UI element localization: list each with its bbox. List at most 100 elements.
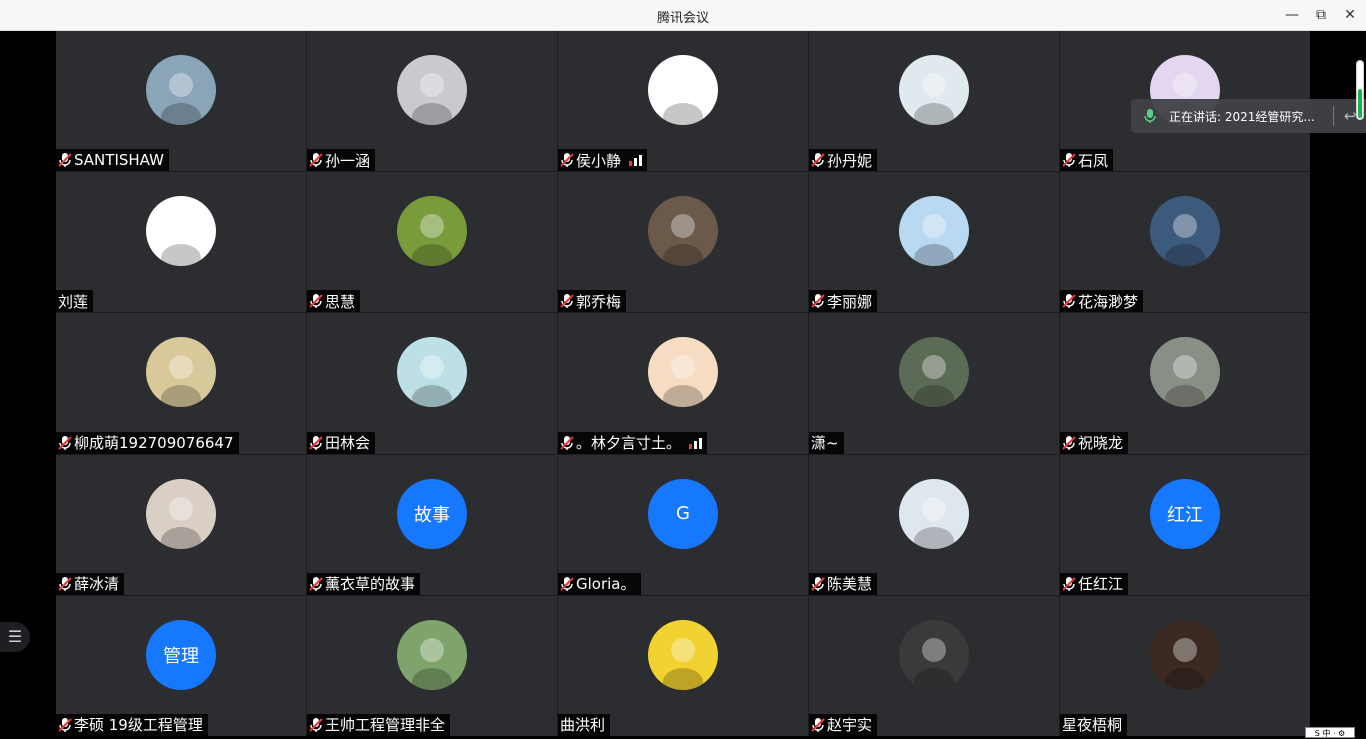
ime-indicator[interactable]: S 中 · ⚙ [1305,727,1355,738]
avatar [397,55,467,125]
participant-name-plate: 李硕 19级工程管理 [56,713,208,736]
participant-name: 刘莲 [58,292,89,311]
avatar: G [648,478,718,549]
participant-name-plate: 孙一涵 [307,149,376,172]
participant-name: 李丽娜 [827,292,873,311]
participant-name: 曲洪利 [560,716,606,735]
signal-strength-icon [689,437,703,449]
mic-muted-icon [309,294,323,309]
participant-tile[interactable]: 柳成萌192709076647 [56,313,306,454]
mic-muted-icon [1062,435,1076,450]
participant-tile[interactable]: 红江 任红江 [1060,454,1310,595]
mic-muted-icon [811,294,825,309]
participant-name-plate: 侯小静 [558,149,648,172]
minimize-button[interactable]: — [1282,6,1302,24]
participant-name: 潇~ [811,434,839,453]
participant-name: 石凤 [1078,151,1109,170]
participant-tile[interactable]: 陈美慧 [809,454,1059,595]
avatar [1150,196,1220,267]
avatar [899,619,969,690]
participant-tile[interactable]: 田林会 [307,313,557,454]
avatar [146,337,216,408]
avatar [397,196,467,267]
participant-tile[interactable]: 故事 薰衣草的故事 [307,454,557,595]
participant-name: 薛冰清 [74,575,120,594]
avatar [899,55,969,125]
participant-tile[interactable]: 孙一涵 [307,31,557,172]
participant-tile[interactable]: 王帅工程管理非全 [307,595,557,736]
participant-tile[interactable]: 侯小静 [558,31,808,172]
participant-name-plate: 田林会 [307,431,376,454]
avatar-initials: 管理 [163,645,199,667]
mic-muted-icon [58,435,72,450]
volume-level-fill [1358,89,1362,118]
close-button[interactable]: ✕ [1340,6,1360,24]
avatar [648,196,718,267]
avatar [899,337,969,408]
list-icon: ☰ [7,627,23,646]
participant-name-plate: 王帅工程管理非全 [307,713,451,736]
participant-tile[interactable]: G Gloria。 [558,454,808,595]
mic-muted-icon [58,153,72,168]
participant-grid: SANTISHAW 孙一涵 侯小静 孙丹妮 石凤 刘莲 思慧 郭乔梅 李丽娜 花… [56,31,1310,736]
participant-name: 田林会 [325,434,371,453]
participant-name: 侯小静 [576,151,622,170]
participant-tile[interactable]: 刘莲 [56,172,306,313]
participant-tile[interactable]: 星夜梧桐 [1060,595,1310,736]
avatar [146,196,216,267]
participant-name: Gloria。 [576,575,636,594]
mic-muted-icon [811,153,825,168]
avatar-initials: 故事 [414,504,450,526]
avatar [1150,619,1220,690]
avatar: 红江 [1150,478,1220,549]
restore-button[interactable]: ⧉ [1311,6,1331,24]
mic-muted-icon [309,717,323,732]
participant-name-plate: 花海渺梦 [1060,290,1144,313]
participant-name-plate: 郭乔梅 [558,290,627,313]
avatar [648,55,718,125]
collapse-arrow-icon[interactable]: ↩ [1344,107,1357,125]
avatar [899,196,969,267]
participant-tile[interactable]: 花海渺梦 [1060,172,1310,313]
participant-tile[interactable]: 孙丹妮 [809,31,1059,172]
participant-list-button[interactable]: ☰ [0,622,30,652]
avatar [146,478,216,549]
participant-tile[interactable]: 潇~ [809,313,1059,454]
participant-name-plate: 刘莲 [56,290,94,313]
avatar [1150,337,1220,408]
participant-name-plate: 陈美慧 [809,572,878,595]
participant-tile[interactable]: 管理 李硕 19级工程管理 [56,595,306,736]
participant-name-plate: 祝晓龙 [1060,431,1129,454]
participant-name-plate: 任红江 [1060,572,1129,595]
participant-tile[interactable]: 薛冰清 [56,454,306,595]
participant-tile[interactable]: 郭乔梅 [558,172,808,313]
mic-muted-icon [560,435,574,450]
participant-tile[interactable]: SANTISHAW [56,31,306,172]
avatar [899,478,969,549]
participant-name: 孙一涵 [325,151,371,170]
signal-strength-icon [629,154,643,167]
mic-muted-icon [1062,294,1076,309]
participant-tile[interactable]: 思慧 [307,172,557,313]
participant-name-plate: 潇~ [809,431,844,454]
participant-name: 王帅工程管理非全 [325,716,446,735]
volume-meter [1356,60,1364,120]
mic-muted-icon [560,576,574,591]
mic-icon [1144,109,1156,123]
mic-muted-icon [309,576,323,591]
participant-name: 郭乔梅 [576,292,622,311]
participant-name-plate: 思慧 [307,290,361,313]
participant-name-plate: 孙丹妮 [809,149,878,172]
participant-name: 柳成萌192709076647 [74,434,234,453]
participant-tile[interactable]: 赵宇实 [809,595,1059,736]
participant-name-plate: 薛冰清 [56,572,125,595]
speaking-indicator[interactable]: 正在讲话: 2021经管研究... ↩ [1131,99,1366,133]
participant-tile[interactable]: 李丽娜 [809,172,1059,313]
participant-name-plate: 李丽娜 [809,290,878,313]
participant-tile[interactable]: 曲洪利 [558,595,808,736]
avatar [397,337,467,408]
avatar [146,55,216,125]
participant-tile[interactable]: 祝晓龙 [1060,313,1310,454]
participant-tile[interactable]: 。林夕言寸土。 [558,313,808,454]
avatar-initials: G [676,503,690,525]
